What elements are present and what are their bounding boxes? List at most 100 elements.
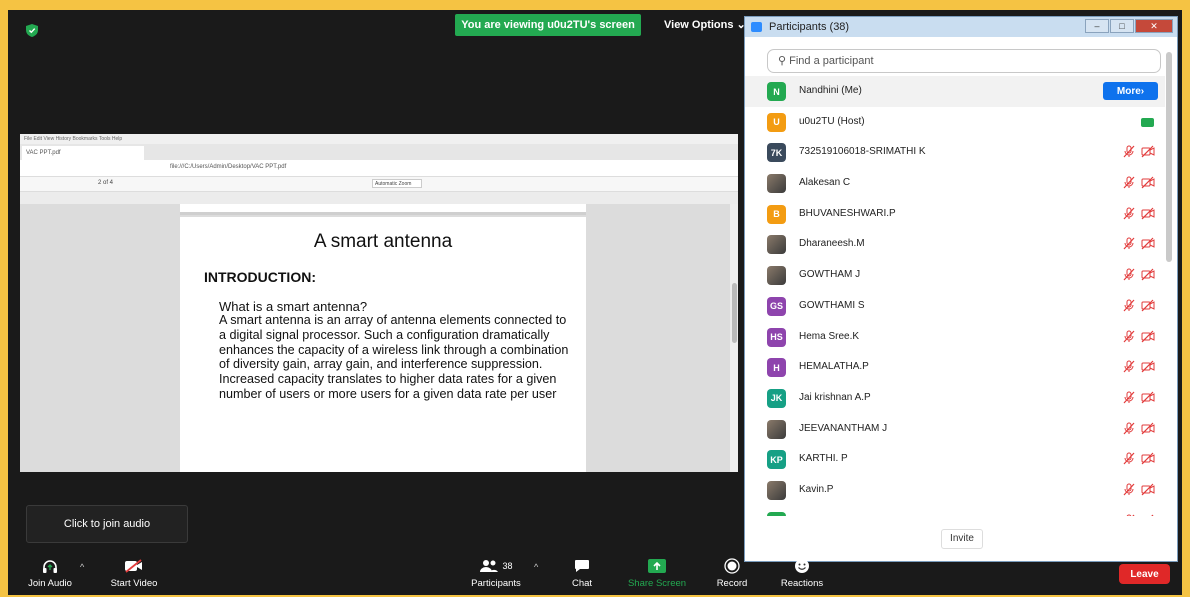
participants-options-caret-icon[interactable]: ^: [534, 562, 538, 572]
participant-name: Alakesan C: [799, 177, 851, 189]
video-off-icon: [1141, 268, 1155, 281]
participant-avatar: U: [767, 112, 786, 132]
pdf-page-number: 2: [98, 180, 102, 186]
chat-label: Chat: [571, 578, 593, 589]
participant-status-icons: [1123, 207, 1155, 220]
join-audio-tooltip: Click to join audio: [26, 505, 188, 543]
start-video-label: Start Video: [110, 578, 158, 589]
participant-row[interactable]: JEEVANANTHAM J: [745, 414, 1165, 445]
video-off-icon: [1141, 330, 1155, 342]
record-button[interactable]: Record: [707, 557, 757, 589]
more-label: More: [1116, 85, 1141, 97]
participant-name: HEMALATHA.P: [799, 361, 869, 373]
view-options-label: View Options: [664, 19, 734, 31]
participant-status-icons: [1123, 299, 1155, 312]
participants-count: 38: [502, 561, 513, 571]
mic-muted-icon: [1123, 207, 1135, 220]
mic-muted-icon: [1123, 360, 1135, 373]
join-audio-button[interactable]: Join Audio: [22, 557, 78, 589]
participant-list: N Nandhini (Me) More › Uu0u2TU (Host) 7K 7325…: [745, 76, 1165, 516]
participant-row[interactable]: Uu0u2TU (Host): [745, 107, 1165, 138]
headphones-icon: [43, 560, 57, 573]
mic-muted-icon: [1123, 422, 1135, 434]
audio-options-caret-icon[interactable]: ^: [80, 562, 84, 572]
participant-row[interactable]: Kavin.P: [745, 475, 1165, 506]
reactions-button[interactable]: Reactions: [772, 557, 832, 589]
panel-titlebar: Participants (38) – □ ✕: [745, 17, 1177, 37]
slide-body: A smart antenna is an array of antenna e…: [219, 313, 569, 401]
browser-tab: VAC PPT.pdf: [22, 146, 144, 160]
participant-avatar: [767, 419, 786, 439]
video-off-icon: [1141, 452, 1155, 465]
camera-off-icon: [125, 559, 142, 573]
participant-status-icons: [1123, 360, 1155, 373]
more-button[interactable]: More ›: [1103, 82, 1158, 100]
video-off-icon: [1141, 207, 1155, 220]
minimize-button[interactable]: –: [1085, 19, 1109, 33]
participant-name: BHUVANESHWARI.P: [799, 207, 896, 219]
participant-row[interactable]: K KAVYA.S: [745, 506, 1165, 516]
participant-avatar: GS: [767, 296, 786, 316]
share-screen-button[interactable]: Share Screen: [618, 557, 696, 589]
participant-list-scrollbar[interactable]: [1166, 52, 1172, 262]
participant-name: Hema Sree.K: [799, 330, 860, 342]
chat-icon: [575, 560, 589, 572]
participant-row[interactable]: B BHUVANESHWARI.P: [745, 199, 1165, 230]
participant-row[interactable]: GS GOWTHAMI S: [745, 291, 1165, 322]
slide-heading: INTRODUCTION:: [204, 269, 316, 285]
video-off-icon: [1141, 145, 1155, 158]
browser-tab-title: VAC PPT.pdf: [26, 150, 61, 156]
mic-muted-icon: [1123, 330, 1135, 342]
participant-name: Kavin.P: [799, 483, 834, 495]
zoom-logo-icon: [751, 22, 762, 32]
start-video-button[interactable]: Start Video: [101, 557, 167, 589]
mic-muted-icon: [1123, 176, 1135, 189]
participant-row[interactable]: N Nandhini (Me) More ›: [745, 76, 1165, 107]
participant-row[interactable]: Alakesan C: [745, 168, 1165, 199]
participant-avatar: [767, 235, 786, 255]
maximize-button[interactable]: □: [1110, 19, 1134, 33]
mic-muted-icon: [1126, 514, 1135, 516]
chat-button[interactable]: Chat: [560, 557, 604, 589]
participant-row[interactable]: 7K 732519106018-SRIMATHI K: [745, 137, 1165, 168]
participant-status-icons: [1123, 268, 1155, 281]
security-shield-icon[interactable]: [26, 24, 38, 37]
participant-row[interactable]: JK Jai krishnan A.P: [745, 383, 1165, 414]
participant-row[interactable]: HS Hema Sree.K: [745, 322, 1165, 353]
browser-url: file:///C:/Users/Admin/Desktop/VAC PPT.p…: [170, 164, 287, 170]
smiley-icon: [795, 559, 809, 573]
participant-status-icons: [1123, 391, 1155, 404]
viewing-banner-text: You are viewing u0u2TU's screen: [461, 19, 635, 31]
video-off-icon: [1141, 176, 1155, 189]
participant-name: KARTHI. P: [799, 453, 848, 465]
close-button[interactable]: ✕: [1135, 19, 1173, 33]
record-icon: [724, 558, 740, 574]
browser-tabbar: VAC PPT.pdf: [20, 144, 738, 160]
participant-row[interactable]: GOWTHAM J: [745, 260, 1165, 291]
mic-muted-icon: [1123, 452, 1135, 465]
pdf-page: A smart antenna INTRODUCTION: What is a …: [180, 217, 586, 472]
participant-row[interactable]: H HEMALATHA.P: [745, 352, 1165, 383]
video-off-icon: [1141, 391, 1155, 404]
video-off-icon: [1141, 422, 1155, 434]
pdf-viewer: A smart antenna INTRODUCTION: What is a …: [20, 204, 738, 472]
window-controls: – □ ✕: [1085, 19, 1173, 33]
view-options-button[interactable]: View Options ⌄: [664, 18, 746, 31]
pdf-zoom-select: Automatic Zoom: [372, 179, 422, 188]
mic-muted-icon: [1123, 299, 1135, 312]
leave-label: Leave: [1130, 568, 1159, 580]
invite-button[interactable]: Invite: [941, 529, 983, 549]
participant-name: KAVYA.S: [799, 515, 840, 516]
participant-search-input[interactable]: ⚲ Find a participant: [767, 49, 1161, 73]
participant-status-icons: [1123, 330, 1155, 343]
participant-row[interactable]: Dharaneesh.M: [745, 229, 1165, 260]
browser-urlbar: file:///C:/Users/Admin/Desktop/VAC PPT.p…: [20, 160, 738, 177]
participant-status-icons: [1123, 514, 1155, 516]
participant-row[interactable]: KP KARTHI. P: [745, 444, 1165, 475]
participant-name: GOWTHAM J: [799, 269, 861, 281]
leave-button[interactable]: Leave: [1119, 564, 1170, 584]
participant-status-icons: [1123, 483, 1155, 496]
participants-button[interactable]: 38 Participants: [452, 557, 540, 589]
share-screen-icon: [648, 559, 666, 573]
slide-title: A smart antenna: [313, 231, 453, 252]
